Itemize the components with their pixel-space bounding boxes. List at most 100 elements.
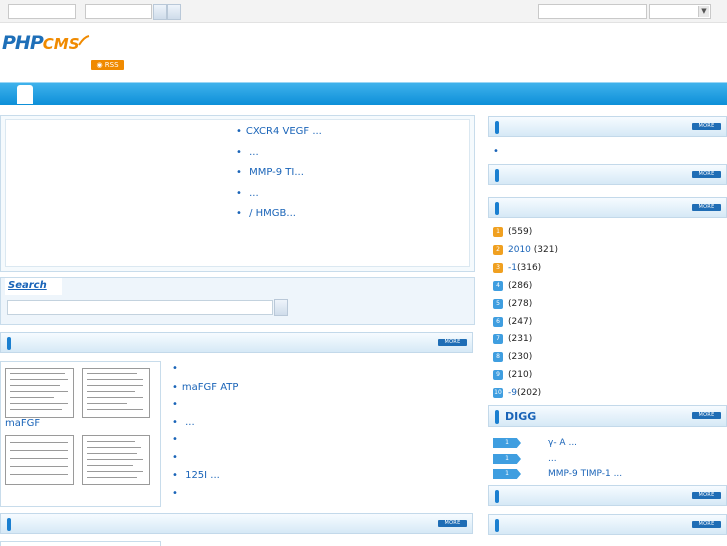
username-input[interactable] xyxy=(8,4,76,19)
ranking-count: (231) xyxy=(508,334,533,344)
rss-button[interactable]: ◉ RSS xyxy=(91,60,124,70)
rank-badge: 10 xyxy=(493,388,503,398)
list-item[interactable]: • xyxy=(172,363,182,374)
rank-badge: 3 xyxy=(493,263,503,273)
list-item[interactable]: (286) xyxy=(508,281,532,291)
thumbnail-image[interactable] xyxy=(5,368,74,418)
search-title: Search xyxy=(8,280,47,291)
chevron-down-icon: ▼ xyxy=(698,6,709,17)
login-button[interactable] xyxy=(153,4,167,20)
header-marker-icon xyxy=(495,169,499,182)
headline-link[interactable]: ... xyxy=(246,147,259,158)
ranking-link[interactable]: 2010 xyxy=(508,245,534,255)
list-item[interactable]: (278) xyxy=(508,299,532,309)
headline-link[interactable]: / HMGB... xyxy=(246,208,296,219)
more-button[interactable]: MORE xyxy=(692,171,721,178)
search-top-input[interactable] xyxy=(538,4,647,19)
header-marker-icon xyxy=(495,121,499,134)
digg-vote-button[interactable]: 1 xyxy=(493,438,521,448)
site-logo[interactable]: PHPCMS xyxy=(2,32,80,54)
list-item[interactable]: (231) xyxy=(508,334,532,344)
rank-badge: 2 xyxy=(493,245,503,255)
list-item[interactable]: (247) xyxy=(508,317,532,327)
notice-header: MORE xyxy=(488,116,727,137)
list-item[interactable]: • xyxy=(172,434,182,445)
bottom-section-header: MORE xyxy=(0,513,473,534)
article-link[interactable]: 125I ... xyxy=(182,470,220,481)
more-button[interactable]: MORE xyxy=(692,123,721,130)
more-button[interactable]: MORE xyxy=(438,520,467,527)
links-header: MORE xyxy=(488,485,727,506)
search-button[interactable] xyxy=(274,299,288,316)
ranking-count: (210) xyxy=(508,370,533,380)
list-item[interactable]: • MMP-9 TI... xyxy=(236,167,304,178)
list-item[interactable]: (559) xyxy=(508,227,532,237)
article-link[interactable]: ... xyxy=(182,417,195,428)
search-input[interactable] xyxy=(7,300,273,315)
logo-cms: CMS xyxy=(42,35,80,53)
ranking-count: (559) xyxy=(508,227,533,237)
list-item[interactable]: • CXCR4 VEGF ... xyxy=(236,126,322,137)
ranking-link[interactable]: -1 xyxy=(508,263,517,273)
digg-vote-button[interactable]: 1 xyxy=(493,469,521,479)
rank-badge: 7 xyxy=(493,334,503,344)
list-item[interactable]: -1(316) xyxy=(508,263,541,273)
thumbnail-image[interactable] xyxy=(82,368,150,418)
header-marker-icon xyxy=(495,202,499,215)
ranking-count: (316) xyxy=(516,263,542,273)
list-item[interactable]: • maFGF ATP xyxy=(172,382,238,393)
vote-header: MORE xyxy=(488,164,727,185)
thumbnail-image[interactable] xyxy=(5,435,74,485)
digg-header: DIGG MORE xyxy=(488,405,727,427)
stats-header: MORE xyxy=(488,514,727,535)
list-item[interactable]: • xyxy=(172,488,182,499)
rank-badge: 6 xyxy=(493,317,503,327)
header-marker-icon xyxy=(7,518,11,531)
digg-item-link[interactable]: γ- A ... xyxy=(548,438,577,448)
password-input[interactable] xyxy=(85,4,152,19)
ranking-link[interactable]: -9 xyxy=(508,388,517,398)
thumbnail-image[interactable] xyxy=(82,435,150,485)
list-item[interactable]: (210) xyxy=(508,370,532,380)
image-caption[interactable]: maFGF xyxy=(5,418,40,429)
more-button[interactable]: MORE xyxy=(692,521,721,528)
headline-link[interactable]: ... xyxy=(246,188,259,199)
more-button[interactable]: MORE xyxy=(692,412,721,419)
logo-swoosh-icon xyxy=(78,35,90,46)
ranking-count: (247) xyxy=(508,317,533,327)
list-item[interactable]: • 125I ... xyxy=(172,470,220,481)
list-item[interactable]: • ... xyxy=(236,188,259,199)
article-link[interactable]: maFGF ATP xyxy=(182,382,239,393)
list-item[interactable]: • / HMGB... xyxy=(236,208,296,219)
rank-badge: 4 xyxy=(493,281,503,291)
header-marker-icon xyxy=(495,410,499,424)
more-button[interactable]: MORE xyxy=(692,492,721,499)
more-button[interactable]: MORE xyxy=(438,339,467,346)
headline-link[interactable]: CXCR4 VEGF ... xyxy=(246,126,322,137)
ranking-count: (230) xyxy=(508,352,533,362)
logo-php: PHP xyxy=(2,32,44,54)
search-type-select[interactable]: ▼ xyxy=(649,4,711,19)
list-item[interactable]: 2010 (321) xyxy=(508,245,558,255)
list-item[interactable]: (230) xyxy=(508,352,532,362)
list-item[interactable]: • xyxy=(172,452,182,463)
header-marker-icon xyxy=(7,337,11,350)
digg-item-link[interactable]: ... xyxy=(548,454,557,464)
list-item[interactable]: -9(202) xyxy=(508,388,541,398)
list-item[interactable]: • ... xyxy=(236,147,259,158)
digg-vote-button[interactable]: 1 xyxy=(493,454,521,464)
notice-bullet: • xyxy=(493,146,499,157)
list-item[interactable]: • ... xyxy=(172,417,195,428)
list-item[interactable]: • xyxy=(172,399,182,410)
digg-item-link[interactable]: MMP-9 TIMP-1 ... xyxy=(548,469,622,479)
register-button[interactable] xyxy=(167,4,181,20)
more-button[interactable]: MORE xyxy=(692,204,721,211)
header-marker-icon xyxy=(495,490,499,503)
headline-link[interactable]: MMP-9 TI... xyxy=(246,167,304,178)
image-section-header: MORE xyxy=(0,332,473,353)
ranking-count: (286) xyxy=(508,281,533,291)
rank-badge: 9 xyxy=(493,370,503,380)
rank-badge: 8 xyxy=(493,352,503,362)
rss-label: RSS xyxy=(104,61,119,69)
nav-tab-home[interactable] xyxy=(17,85,33,104)
